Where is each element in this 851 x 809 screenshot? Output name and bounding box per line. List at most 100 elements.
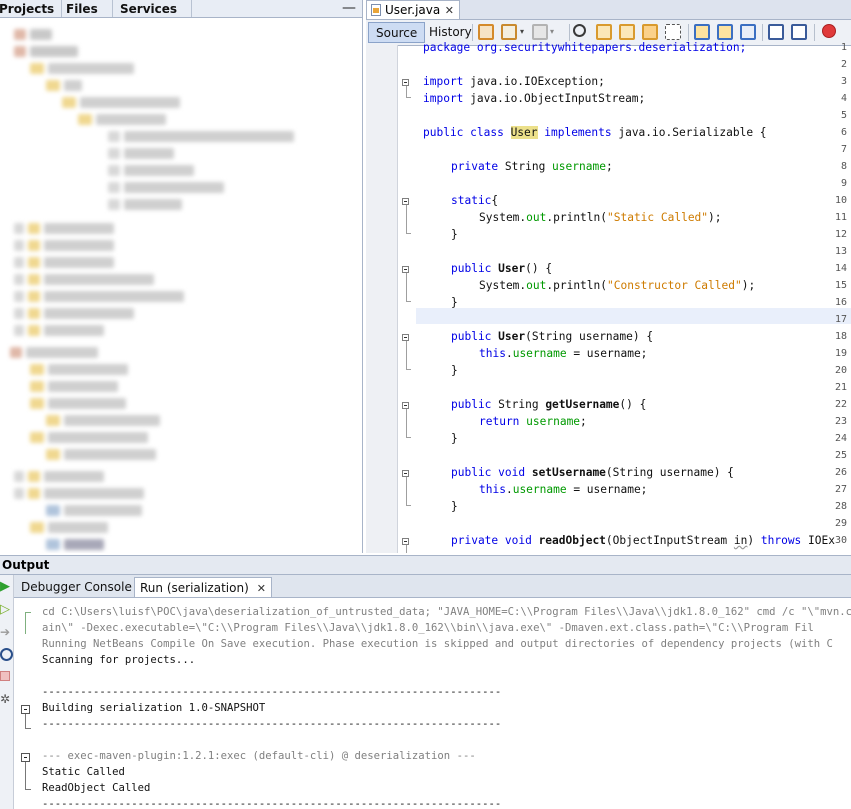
tree-node[interactable] <box>108 198 182 210</box>
tree-node[interactable] <box>30 380 118 392</box>
tree-node[interactable] <box>46 504 142 516</box>
code-method: User <box>498 330 526 343</box>
shift-right-icon[interactable] <box>791 24 807 40</box>
fold-toggle-icon[interactable] <box>402 334 409 341</box>
line-number: 18 <box>834 331 847 342</box>
line-number: 24 <box>834 433 847 444</box>
minimize-icon[interactable]: — <box>342 0 356 16</box>
file-tab-user-java[interactable]: User.java ✕ <box>366 0 460 19</box>
fold-toggle-icon[interactable] <box>402 198 409 205</box>
forward-dropdown-icon[interactable]: ▾ <box>550 24 556 40</box>
fold-toggle-icon[interactable] <box>21 705 30 714</box>
line-number: 11 <box>834 212 847 223</box>
code-text: package org.securitywhitepapers.deserial… <box>423 41 747 54</box>
console-line: Scanning for projects... <box>42 654 196 666</box>
blurred-tree-label <box>14 28 26 40</box>
tab-source[interactable]: Source <box>368 22 426 43</box>
blurred-tree-label <box>44 324 104 336</box>
rerun-with-options-icon[interactable]: ▷ <box>0 603 12 616</box>
fold-toggle-icon[interactable] <box>402 266 409 273</box>
back-dropdown-icon[interactable]: ▾ <box>520 24 526 40</box>
blurred-tree-label <box>48 62 134 74</box>
toggle-bookmark-icon[interactable] <box>740 24 756 40</box>
fold-toggle-icon[interactable] <box>21 753 30 762</box>
tab-projects[interactable]: Projects <box>0 0 62 17</box>
tree-node[interactable] <box>62 96 180 108</box>
previous-bookmark-icon[interactable] <box>694 24 710 40</box>
tree-node[interactable] <box>30 363 128 375</box>
tree-node[interactable] <box>30 62 134 74</box>
toggle-highlight-icon[interactable] <box>665 24 681 40</box>
tree-node[interactable] <box>14 239 114 251</box>
search-icon[interactable] <box>573 24 586 37</box>
line-number: 28 <box>834 501 847 512</box>
find-selection-icon[interactable] <box>642 24 658 40</box>
settings-icon[interactable]: ✲ <box>0 693 12 706</box>
tree-node[interactable] <box>46 538 104 550</box>
forward-icon[interactable] <box>532 24 548 40</box>
close-icon[interactable]: ✕ <box>445 4 454 17</box>
fold-toggle-icon[interactable] <box>402 402 409 409</box>
tree-node[interactable] <box>14 487 144 499</box>
tree-node[interactable] <box>46 414 160 426</box>
blurred-tree-label <box>28 256 40 268</box>
console-output[interactable]: cd C:\Users\luisf\POC\java\deserializati… <box>14 598 851 809</box>
tree-node[interactable] <box>14 256 114 268</box>
blurred-tree-label <box>30 62 44 74</box>
next-bookmark-icon[interactable] <box>717 24 733 40</box>
rerun-icon[interactable]: ▶ <box>0 580 12 593</box>
tree-node[interactable] <box>108 181 224 193</box>
blurred-tree-label <box>124 130 294 142</box>
stop-forward-icon[interactable]: ➔ <box>0 626 12 639</box>
blurred-tree-label <box>64 79 82 91</box>
code-area[interactable]: 1 2 3 4 5 6 7 8 9 10 11 12 13 14 15 16 17 18 19 20 21 22 23 24 2… <box>366 41 851 553</box>
tree-node[interactable] <box>46 79 82 91</box>
blurred-tree-label <box>14 273 24 285</box>
fold-toggle-icon[interactable] <box>402 79 409 86</box>
current-line-highlight <box>416 308 851 324</box>
code-text: java.io.IOException; <box>463 75 605 88</box>
tree-node[interactable] <box>78 113 166 125</box>
tab-files[interactable]: Files <box>62 0 113 17</box>
find-previous-icon[interactable] <box>596 24 612 40</box>
tree-node[interactable] <box>108 130 294 142</box>
code-method: User <box>498 262 526 275</box>
tree-node[interactable] <box>14 324 104 336</box>
fold-toggle-icon[interactable] <box>402 470 409 477</box>
tab-run-serialization[interactable]: Run (serialization) ✕ <box>134 577 272 597</box>
tree-node[interactable] <box>30 431 148 443</box>
blurred-tree-label <box>14 239 24 251</box>
line-number: 4 <box>840 93 847 104</box>
back-icon[interactable] <box>501 24 517 40</box>
start-macro-icon[interactable] <box>822 24 836 38</box>
blurred-tree-label <box>46 79 60 91</box>
blurred-tree-label <box>48 380 118 392</box>
find-next-icon[interactable] <box>619 24 635 40</box>
tree-node[interactable] <box>14 470 104 482</box>
code-text: ); <box>741 279 756 292</box>
code-text: ) <box>747 534 761 547</box>
blurred-tree-label <box>80 96 180 108</box>
code-field: username <box>526 415 581 428</box>
search-output-icon[interactable] <box>0 648 13 661</box>
tree-node[interactable] <box>14 222 114 234</box>
tree-node[interactable] <box>108 164 194 176</box>
tree-node[interactable] <box>10 346 98 358</box>
code-text: java.io.ObjectInputStream; <box>463 92 646 105</box>
tree-node[interactable] <box>14 28 52 40</box>
tree-node[interactable] <box>46 448 156 460</box>
last-edit-icon[interactable] <box>478 24 494 40</box>
shift-left-icon[interactable] <box>768 24 784 40</box>
tree-node[interactable] <box>30 521 108 533</box>
stop-icon[interactable] <box>0 671 10 681</box>
tree-node[interactable] <box>14 45 78 57</box>
fold-toggle-icon[interactable] <box>402 538 409 545</box>
blurred-tree-label <box>124 147 174 159</box>
close-icon[interactable]: ✕ <box>257 582 266 595</box>
tree-node[interactable] <box>14 273 154 285</box>
tree-node[interactable] <box>14 290 184 302</box>
tree-node[interactable] <box>30 397 126 409</box>
tree-node[interactable] <box>108 147 174 159</box>
tree-node[interactable] <box>14 307 134 319</box>
tab-services[interactable]: Services <box>116 0 192 17</box>
